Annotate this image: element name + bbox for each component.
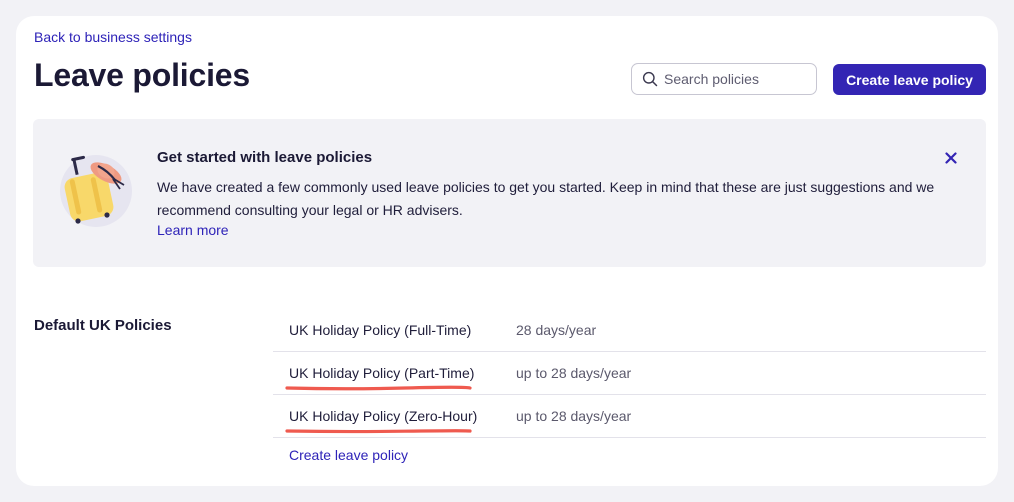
main-card: Back to business settings Leave policies… — [16, 16, 998, 486]
policy-allowance: up to 28 days/year — [516, 408, 632, 424]
banner-title: Get started with leave policies — [157, 149, 373, 166]
section-title-default-uk-policies: Default UK Policies — [34, 317, 172, 334]
back-to-business-settings-link[interactable]: Back to business settings — [34, 29, 192, 45]
policy-allowance: 28 days/year — [516, 322, 597, 338]
close-banner-button[interactable] — [941, 148, 961, 168]
learn-more-link[interactable]: Learn more — [157, 222, 229, 238]
policy-name[interactable]: UK Holiday Policy (Zero-Hour) — [289, 408, 477, 424]
search-field[interactable] — [631, 63, 817, 95]
search-input[interactable] — [664, 71, 814, 87]
policy-name[interactable]: UK Holiday Policy (Full-Time) — [289, 322, 471, 338]
create-leave-policy-button[interactable]: Create leave policy — [833, 64, 986, 95]
page-title: Leave policies — [34, 57, 250, 93]
close-icon — [945, 152, 957, 164]
suitcase-with-sunhat-icon — [60, 155, 132, 227]
policy-name[interactable]: UK Holiday Policy (Part-Time) — [289, 365, 474, 381]
policy-row[interactable]: UK Holiday Policy (Full-Time) 28 days/ye… — [273, 309, 986, 352]
highlight-underline — [285, 429, 472, 434]
policy-list: UK Holiday Policy (Full-Time) 28 days/ye… — [273, 309, 986, 438]
search-icon — [642, 71, 658, 87]
banner-text: We have created a few commonly used leav… — [157, 179, 935, 218]
policy-row[interactable]: UK Holiday Policy (Zero-Hour) up to 28 d… — [273, 395, 986, 438]
highlight-underline — [285, 385, 472, 391]
create-leave-policy-link[interactable]: Create leave policy — [289, 447, 408, 463]
policy-row[interactable]: UK Holiday Policy (Part-Time) up to 28 d… — [273, 352, 986, 395]
get-started-banner: Get started with leave policies We have … — [33, 119, 986, 267]
policy-allowance: up to 28 days/year — [516, 365, 632, 381]
